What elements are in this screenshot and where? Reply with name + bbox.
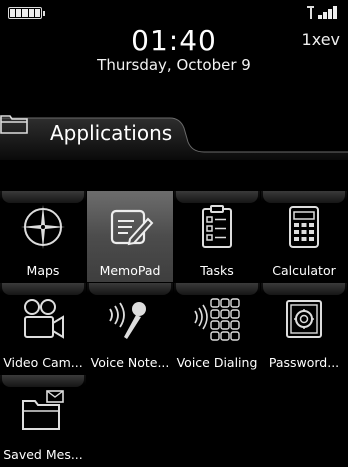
date-text: Thursday, October 9	[97, 56, 251, 74]
saved-messages-icon	[22, 390, 64, 430]
app-label: Password...	[268, 355, 340, 370]
app-password-keeper[interactable]: Password...	[261, 283, 348, 375]
calculator-icon	[289, 206, 319, 248]
clipboard-icon	[202, 205, 232, 248]
memopad-icon	[110, 209, 154, 246]
app-label: Tasks	[200, 263, 234, 278]
app-voice-notes[interactable]: Voice Note...	[87, 283, 174, 375]
app-label: Saved Mes...	[3, 447, 83, 462]
app-label: Voice Note...	[90, 355, 170, 370]
app-label: Calculator	[272, 263, 336, 278]
battery-icon	[8, 7, 45, 19]
app-label: Voice Dialing	[176, 355, 258, 370]
app-grid: Maps MemoPad Tasks Calculator Video Cam.…	[0, 191, 348, 467]
app-tasks[interactable]: Tasks	[174, 191, 261, 283]
app-saved-messages[interactable]: Saved Mes...	[0, 375, 87, 467]
app-label: Maps	[26, 263, 60, 278]
app-maps[interactable]: Maps	[0, 191, 87, 283]
microphone-icon	[109, 302, 146, 339]
app-label: MemoPad	[99, 263, 161, 278]
folder-icon	[0, 115, 28, 134]
app-calculator[interactable]: Calculator	[261, 191, 348, 283]
signal-strength-icon	[307, 6, 339, 20]
clock-time: 01:40	[131, 24, 217, 57]
compass-icon	[21, 205, 65, 249]
app-label: Video Cam...	[3, 355, 83, 370]
safe-icon	[286, 300, 322, 338]
folder-title: Applications	[50, 121, 173, 145]
app-video-camera[interactable]: Video Cam...	[0, 283, 87, 375]
video-camera-icon	[24, 299, 64, 339]
app-memopad[interactable]: MemoPad	[87, 191, 174, 283]
voice-dialing-icon	[194, 298, 240, 341]
app-voice-dialing[interactable]: Voice Dialing	[174, 283, 261, 375]
